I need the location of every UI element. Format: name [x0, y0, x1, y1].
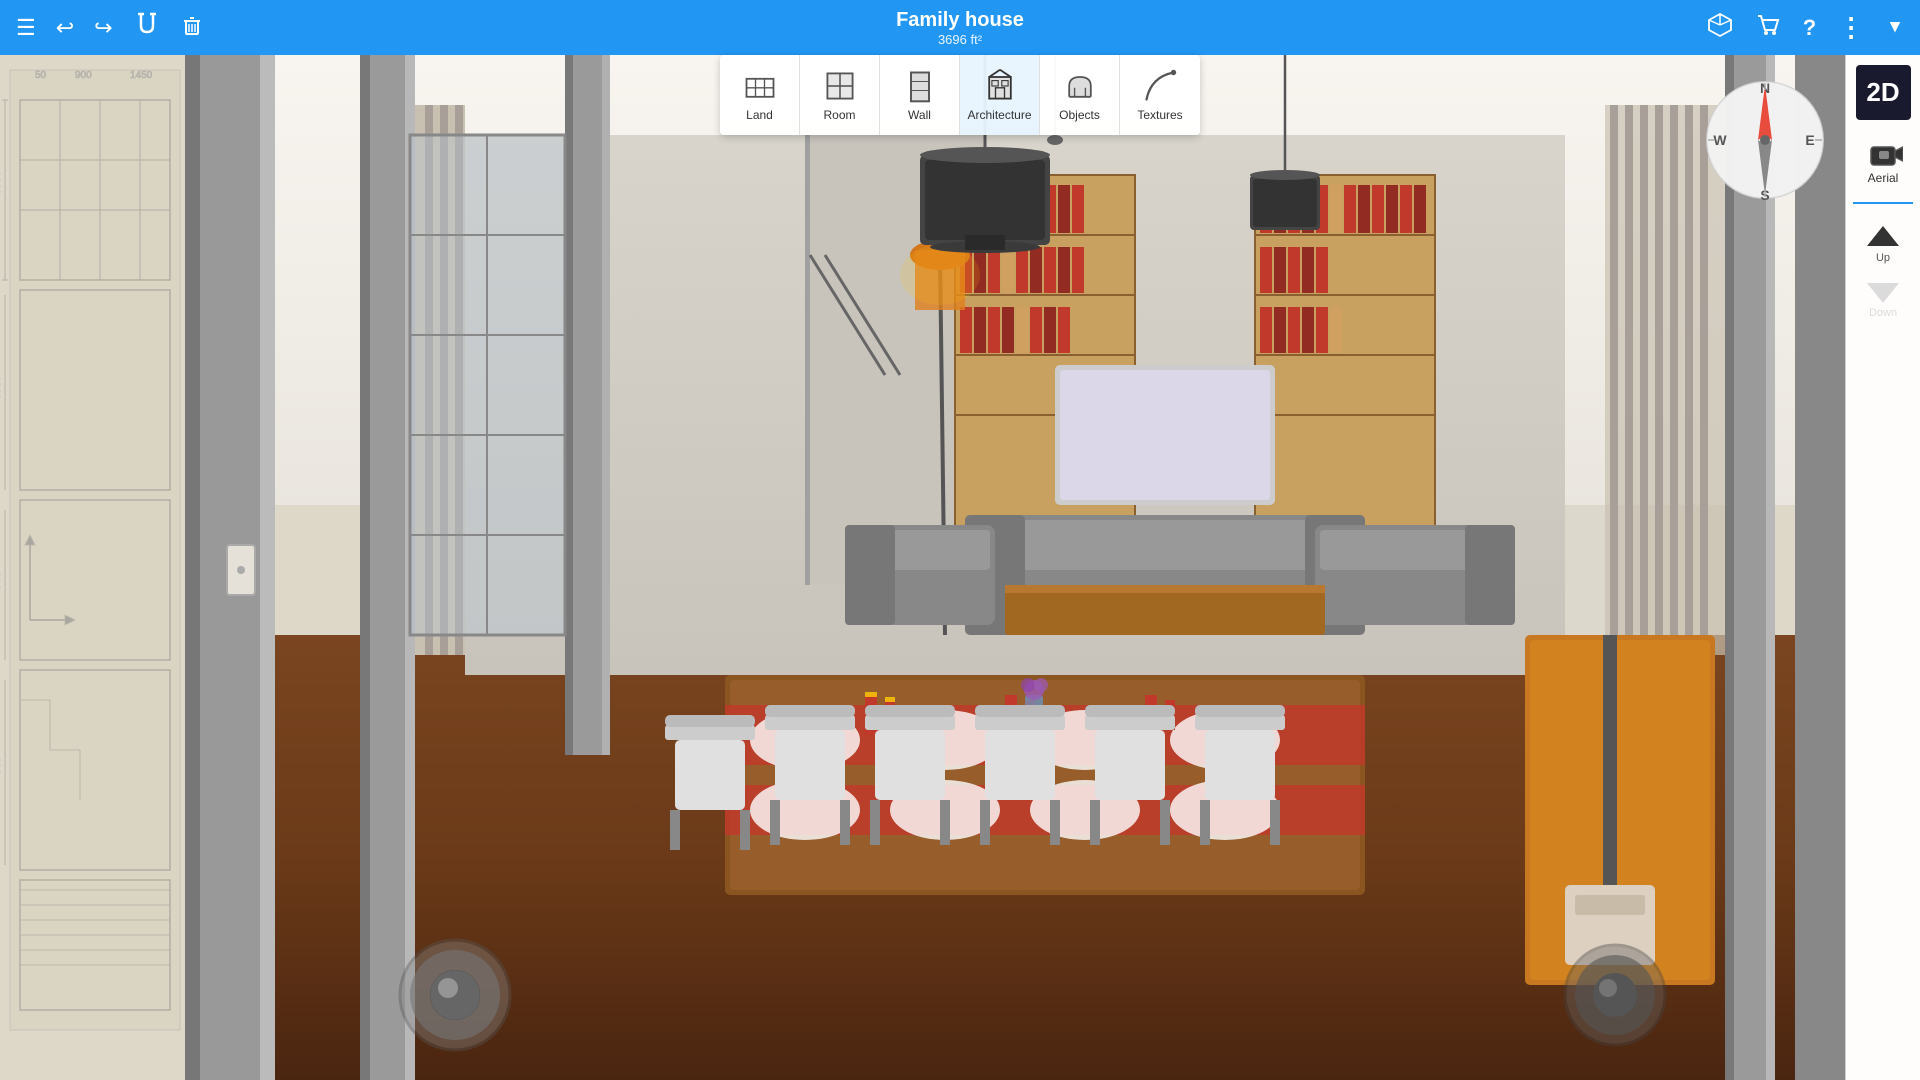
toolbar-item-textures[interactable]: Textures [1120, 55, 1200, 135]
toolbar-architecture-label: Architecture [967, 108, 1031, 122]
svg-text:W: W [1713, 132, 1727, 148]
project-size: 3696 ft² [896, 32, 1024, 47]
view-2d-button[interactable]: 2D [1856, 65, 1911, 120]
svg-text:E: E [1805, 132, 1814, 148]
more-icon[interactable]: ⋮ [1838, 12, 1864, 43]
svg-text:3500: 3500 [0, 171, 3, 195]
trash-icon[interactable] [181, 14, 203, 42]
header-bar: ☰ ↩ ↪ Family house 3696 ft² [0, 0, 1920, 55]
toolbar-item-room[interactable]: Room [800, 55, 880, 135]
undo-icon[interactable]: ↩ [56, 15, 74, 41]
aerial-view-button[interactable]: Aerial [1857, 133, 1909, 191]
right-panel: 2D Aerial Up Down [1845, 55, 1920, 1080]
nav-down-button[interactable]: Down [1856, 275, 1911, 320]
toolbar-land-label: Land [746, 108, 773, 122]
header-center: Family house 3696 ft² [896, 8, 1024, 47]
svg-text:560: 560 [0, 757, 3, 775]
header-right-controls: ? ⋮ ▲ [1707, 12, 1904, 44]
toolbar-item-wall[interactable]: Wall [880, 55, 960, 135]
svg-text:900: 900 [0, 572, 3, 590]
header-left-controls: ☰ ↩ ↪ [16, 10, 203, 45]
cart-icon[interactable] [1755, 12, 1781, 44]
toolbar-wall-label: Wall [908, 108, 931, 122]
project-title: Family house [896, 8, 1024, 32]
nav-up-label: Up [1876, 252, 1890, 264]
svg-text:3600: 3600 [0, 376, 3, 400]
toolbar-item-objects[interactable]: Objects [1040, 55, 1120, 135]
toolbar-item-land[interactable]: Land [720, 55, 800, 135]
svg-text:1450: 1450 [130, 70, 153, 81]
magnet-icon[interactable] [133, 10, 161, 45]
help-icon[interactable]: ? [1803, 15, 1816, 41]
toolbar-textures-label: Textures [1137, 108, 1182, 122]
toolbar-item-architecture[interactable]: Architecture [960, 55, 1040, 135]
account-icon[interactable]: ▲ [1886, 17, 1904, 38]
aerial-label: Aerial [1868, 171, 1899, 185]
toolbar-objects-label: Objects [1059, 108, 1100, 122]
cube-icon[interactable] [1707, 12, 1733, 44]
redo-icon[interactable]: ↪ [94, 15, 112, 41]
main-3d-view[interactable] [185, 55, 1845, 1080]
panel-divider [1853, 202, 1913, 204]
toolbar-room-label: Room [823, 108, 855, 122]
svg-text:900: 900 [75, 70, 92, 81]
toolbar: Land Room Wall Architectur [720, 55, 1200, 135]
nav-down-label: Down [1869, 307, 1897, 319]
nav-up-button[interactable]: Up [1856, 220, 1911, 265]
compass: E W N S [1700, 75, 1830, 205]
svg-text:50: 50 [35, 70, 47, 81]
menu-icon[interactable]: ☰ [16, 15, 36, 41]
